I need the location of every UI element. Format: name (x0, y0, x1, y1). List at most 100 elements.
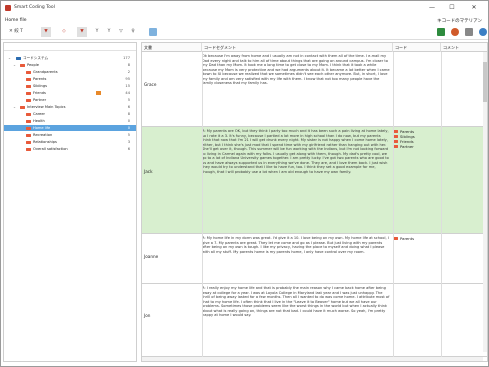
title-bar: Smart Coding Tool — ☐ ✕ (1, 1, 488, 15)
tree-item-label: Partner (33, 98, 47, 102)
tree-item-health[interactable]: Health 0 (4, 118, 136, 124)
tag-button[interactable]: ◇ (59, 27, 69, 37)
code-icon (26, 119, 31, 123)
segment-text: R: My parents are OK, but they think I p… (202, 129, 389, 174)
tree-item-label: Parents (33, 77, 47, 81)
table-row[interactable]: Jon R: I really enjoy my home life and t… (142, 284, 487, 357)
close-button[interactable]: ✕ (466, 3, 482, 13)
collapse-icon[interactable]: ⌄ (13, 104, 16, 110)
tree-item-label: Grandparents (33, 70, 58, 74)
table-row[interactable]: Grace Ok because I'm away from home and … (142, 52, 487, 127)
funnel-alt-icon[interactable]: Y (105, 27, 113, 37)
tree-item-friends[interactable]: Friends 44 (4, 90, 136, 96)
tree-item-label: Overall satisfaction (33, 147, 68, 151)
tree-root[interactable]: ⌄ コードシステム 177 (4, 55, 136, 61)
settings-icon[interactable] (451, 28, 459, 36)
tree-item-label: Recreation (33, 133, 53, 137)
column-divider (393, 52, 394, 357)
info-icon[interactable] (479, 28, 487, 36)
scroll-thumb[interactable] (483, 62, 487, 102)
tree-item-label: Home life (33, 126, 51, 130)
document-name: Jack (144, 169, 153, 175)
code-icon (26, 98, 31, 102)
tree-item-count: 8 (127, 112, 130, 116)
segment-text: Ok because I'm away from home and I usua… (202, 54, 390, 85)
tree-item-grandparents[interactable]: Grandparents 2 (4, 69, 136, 75)
tree-item-label: Relationships (33, 140, 57, 144)
tree-item-relationships[interactable]: Relationships 3 (4, 139, 136, 145)
memo-icon[interactable] (96, 91, 101, 95)
tree-item-people[interactable]: ⌄ People 8 (4, 62, 136, 68)
tree-header (4, 43, 136, 51)
collapse-icon[interactable]: ⌄ (8, 55, 11, 61)
excel-export-icon[interactable] (437, 28, 445, 36)
table-header: 文書 コードセグメント コード コメント (142, 43, 487, 52)
tree-root-count: 177 (123, 56, 130, 60)
code-icon (26, 140, 31, 144)
tree-item-count: 5 (127, 133, 130, 137)
code-icon (26, 84, 31, 88)
code-icon (26, 91, 31, 95)
tree-item-partner[interactable]: Partner 5 (4, 97, 136, 103)
header-comment[interactable]: コメント (441, 43, 487, 52)
code-tag[interactable]: Parents (393, 236, 441, 241)
column-divider (202, 52, 203, 357)
minimize-button[interactable]: — (424, 3, 440, 13)
tree-item-count: 0 (127, 126, 130, 130)
tree-item-career[interactable]: Career 8 (4, 111, 136, 117)
tree-item-home-life[interactable]: Home life 0 (4, 125, 136, 131)
code-icon (26, 70, 31, 74)
code-icon (26, 126, 31, 130)
vertical-scrollbar[interactable] (483, 52, 487, 352)
tree-item-label: Siblings (33, 84, 47, 88)
tree-item-count: 2 (127, 70, 130, 74)
collapse-icon[interactable]: ⌄ (13, 62, 16, 68)
code-label: Parents (400, 236, 415, 241)
search-icon[interactable]: ♀ (129, 27, 137, 37)
close-panel-icon[interactable] (465, 28, 473, 36)
menu-home[interactable]: Home file (5, 18, 27, 23)
tree-item-count: 8 (127, 63, 130, 67)
code-tree-panel: ⌄ コードシステム 177 ⌄ People 8 Grandparents 2 … (3, 42, 137, 362)
window-title: Smart Coding Tool (14, 5, 55, 10)
header-segment[interactable]: コードセグメント (202, 43, 393, 52)
header-document[interactable]: 文書 (142, 43, 202, 52)
app-window: Smart Coding Tool — ☐ ✕ Home file キコードのマ… (0, 0, 489, 367)
tree-item-label: Health (33, 119, 45, 123)
code-icon (26, 77, 31, 81)
tree-item-recreation[interactable]: Recreation 5 (4, 132, 136, 138)
tree-item-count: 3 (127, 140, 130, 144)
tree-item-interview-main-topics[interactable]: ⌄ Interview Main Topics 6 (4, 104, 136, 110)
code-filter-button[interactable]: ▼ (77, 27, 87, 37)
code-icon (20, 63, 25, 67)
activate-button[interactable]: ▼ (41, 27, 51, 37)
tree-item-parents[interactable]: Parents 95 (4, 76, 136, 82)
tree-item-siblings[interactable]: Siblings 15 (4, 83, 136, 89)
segment-text: R: My home life in my dorm was great. I'… (202, 236, 389, 254)
filter-clear-icon[interactable]: ▽ (117, 27, 125, 37)
code-label: Partner (400, 144, 414, 149)
tree-item-count: 6 (127, 147, 130, 151)
tree-item-count: 5 (127, 98, 130, 102)
codes-cell: Parents (393, 236, 441, 241)
table-row[interactable]: Joanne R: My home life in my dorm was gr… (142, 234, 487, 284)
horizontal-scrollbar[interactable] (142, 357, 483, 361)
maximize-button[interactable]: ☐ (444, 3, 460, 13)
tree-item-label: People (27, 63, 39, 67)
tree-item-overall-satisfaction[interactable]: Overall satisfaction 6 (4, 146, 136, 152)
header-code[interactable]: コード (393, 43, 441, 52)
code-icon (26, 133, 31, 137)
funnel-icon[interactable]: Y (93, 27, 101, 37)
view-toggle-icon[interactable] (149, 28, 157, 36)
tree-item-label: Friends (33, 91, 46, 95)
tree-item-count: 15 (125, 84, 130, 88)
filter-button[interactable]: ✕ 絞 T (5, 27, 27, 37)
code-tag[interactable]: Partner (393, 144, 441, 149)
document-name: Joanne (144, 253, 159, 259)
table-row[interactable]: Jack R: My parents are OK, but they thin… (142, 127, 487, 234)
document-name: Grace (144, 81, 157, 87)
app-icon (5, 5, 11, 11)
codes-cell: Parents Siblings Friends Partner (393, 129, 441, 149)
menu-bar: Home file キコードのマテリアン (1, 16, 488, 24)
code-system-icon (16, 56, 21, 60)
